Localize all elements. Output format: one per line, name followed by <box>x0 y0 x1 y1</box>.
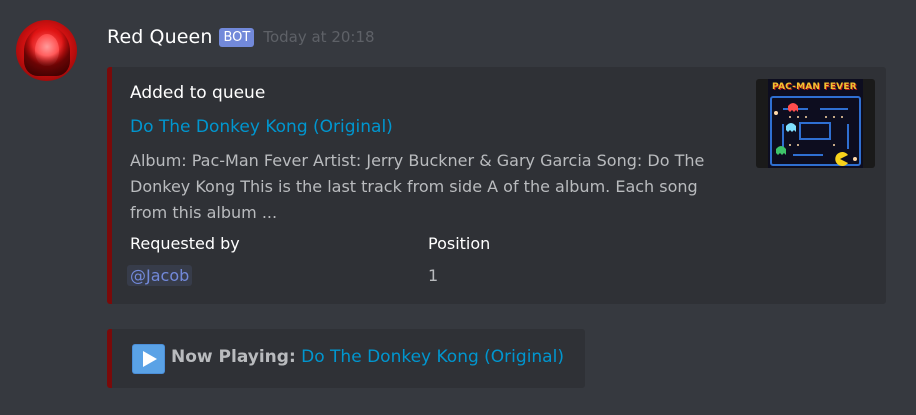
play-icon <box>132 344 165 374</box>
now-playing-label: Now Playing: <box>171 347 296 367</box>
user-mention[interactable]: @Jacob <box>127 265 193 286</box>
album-art-title: PAC-MAN FEVER <box>772 82 857 92</box>
embed-description: Album: Pac-Man Fever Artist: Jerry Buckn… <box>130 151 705 222</box>
field-position-name: Position <box>428 234 491 253</box>
message-header: Red Queen BOT Today at 20:18 <box>107 24 375 50</box>
chat-message: Red Queen BOT Today at 20:18 Added to qu… <box>0 0 916 415</box>
album-thumbnail[interactable]: PAC-MAN FEVER <box>756 79 875 168</box>
bot-tag: BOT <box>219 27 255 47</box>
now-playing-link[interactable]: Do The Donkey Kong (Original) <box>301 347 564 367</box>
now-playing-text: Now Playing: Do The Donkey Kong (Origina… <box>171 347 564 367</box>
field-requested-by-value: @Jacob <box>127 265 193 286</box>
now-playing-embed: Now Playing: Do The Donkey Kong (Origina… <box>107 329 585 388</box>
user-avatar[interactable] <box>16 20 77 81</box>
field-position-value: 1 <box>428 266 439 285</box>
field-requested-by-name: Requested by <box>130 234 240 253</box>
album-art: PAC-MAN FEVER <box>768 79 863 168</box>
username[interactable]: Red Queen <box>107 26 212 48</box>
embed-title: Added to queue <box>130 83 266 103</box>
queue-embed: Added to queue Do The Donkey Kong (Origi… <box>107 67 886 304</box>
track-link[interactable]: Do The Donkey Kong (Original) <box>130 117 393 137</box>
pac-man-fever-album-art <box>768 79 863 168</box>
message-timestamp: Today at 20:18 <box>263 28 375 46</box>
avatar-hair <box>24 26 70 76</box>
